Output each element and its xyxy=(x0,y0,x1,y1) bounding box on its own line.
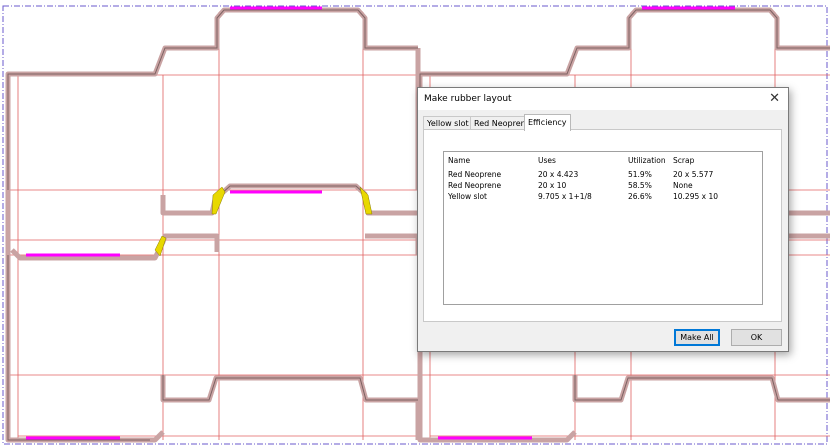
tab-label: Red Neoprene xyxy=(474,119,531,128)
table-row[interactable]: Red Neoprene 20 x 10 58.5% None xyxy=(444,180,762,191)
cell-scrap: 10.295 x 10 xyxy=(673,192,718,201)
cell-uses: 9.705 x 1+1/8 xyxy=(538,192,592,201)
cell-name: Red Neoprene xyxy=(448,170,502,179)
table-row[interactable]: Yellow slot 9.705 x 1+1/8 26.6% 10.295 x… xyxy=(444,191,762,202)
make-all-button[interactable]: Make All xyxy=(674,329,720,346)
column-header-utilization[interactable]: Utilization xyxy=(628,155,666,166)
column-header-uses[interactable]: Uses xyxy=(538,155,556,166)
cell-utilization: 26.6% xyxy=(628,192,652,201)
cell-scrap: 20 x 5.577 xyxy=(673,170,714,179)
cell-uses: 20 x 10 xyxy=(538,181,567,190)
table-header-row: Name Uses Utilization Scrap xyxy=(444,155,762,166)
cell-name: Red Neoprene xyxy=(448,181,502,190)
close-icon[interactable]: ✕ xyxy=(769,91,780,106)
cell-uses: 20 x 4.423 xyxy=(538,170,579,179)
cell-utilization: 51.9% xyxy=(628,170,652,179)
dialog-titlebar[interactable]: Make rubber layout ✕ xyxy=(418,88,788,110)
table-row[interactable]: Red Neoprene 20 x 4.423 51.9% 20 x 5.577 xyxy=(444,169,762,180)
ok-button[interactable]: OK xyxy=(731,329,782,346)
cell-scrap: None xyxy=(673,181,693,190)
tab-label: Efficiency xyxy=(528,118,567,127)
yellow-slots xyxy=(154,186,373,257)
dialog-title: Make rubber layout xyxy=(424,94,512,104)
cell-name: Yellow slot xyxy=(448,192,487,201)
column-header-name[interactable]: Name xyxy=(448,155,470,166)
efficiency-panel: Name Uses Utilization Scrap Red Neoprene… xyxy=(423,129,782,322)
efficiency-table[interactable]: Name Uses Utilization Scrap Red Neoprene… xyxy=(443,151,763,305)
tab-label: Yellow slot xyxy=(427,119,469,128)
tab-efficiency[interactable]: Efficiency xyxy=(524,114,571,131)
column-header-scrap[interactable]: Scrap xyxy=(673,155,694,166)
make-rubber-layout-dialog: Make rubber layout ✕ Yellow slot Red Neo… xyxy=(417,87,789,352)
cell-utilization: 58.5% xyxy=(628,181,652,190)
